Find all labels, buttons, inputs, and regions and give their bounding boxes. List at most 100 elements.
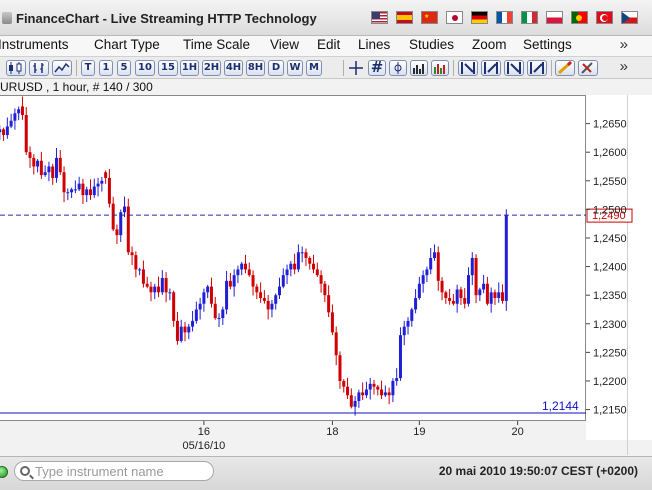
candle-up [497, 292, 501, 299]
flag-cn-icon[interactable]: ★ [421, 11, 438, 24]
candle-up [398, 335, 402, 379]
volume-bars-icon[interactable] [410, 60, 428, 76]
bar-chart-icon[interactable] [29, 60, 49, 76]
menu-time-scale[interactable]: Time Scale [183, 37, 250, 52]
timeframe-8h-button[interactable]: 8H [246, 60, 265, 76]
flag-tr-icon[interactable] [596, 11, 613, 24]
toolbar-separator [76, 60, 77, 76]
candle-down [436, 252, 440, 281]
timeframe-10-button[interactable]: 10 [135, 60, 155, 76]
candle-up [77, 183, 81, 190]
timeframe-tick-button[interactable]: T [81, 60, 95, 76]
menu-chart-type[interactable]: Chart Type [94, 37, 160, 52]
candle-down [81, 183, 85, 196]
menu-overflow-icon[interactable]: » [620, 36, 628, 53]
candle-up [73, 189, 77, 191]
flag-jp-icon[interactable] [446, 11, 463, 24]
timeframe-4h-button[interactable]: 4H [224, 60, 243, 76]
candle-up [395, 378, 399, 381]
y-tick-label: 1,2500 [593, 204, 627, 216]
candle-down [485, 283, 489, 304]
menu-lines[interactable]: Lines [358, 37, 390, 52]
candle-down [262, 298, 266, 301]
x-tick-label: 18 [326, 426, 338, 438]
candles-group [0, 96, 508, 416]
candle-down [172, 292, 176, 321]
candle-down [115, 229, 119, 236]
x-tick-label: 16 [198, 426, 210, 438]
candle-up [0, 129, 2, 133]
instrument-search[interactable] [14, 461, 214, 481]
candle-up [368, 383, 372, 390]
candle-down [107, 177, 111, 204]
candle-up [160, 278, 164, 293]
menu-zoom[interactable]: Zoom [472, 37, 507, 52]
candle-down [323, 283, 327, 296]
info-marker-icon[interactable] [389, 60, 407, 76]
candle-down [209, 286, 213, 304]
scroll-start-icon[interactable] [458, 60, 478, 76]
crosshair-icon[interactable] [347, 60, 365, 76]
candle-down [346, 386, 350, 396]
grid-icon[interactable]: # [368, 60, 386, 76]
candle-up [5, 126, 9, 136]
timeframe-1-button[interactable]: 1 [99, 60, 113, 76]
candle-up [232, 275, 236, 287]
scroll-end-icon[interactable] [527, 60, 547, 76]
candle-down [89, 189, 92, 196]
toolbar-separator [343, 60, 344, 76]
candle-down [440, 280, 444, 293]
candlestick-chart[interactable]: 1,24901,2144 1,21501,22001,22501,23001,23… [0, 95, 652, 455]
scroll-forward-icon[interactable] [504, 60, 524, 76]
timeframe-day-button[interactable]: D [268, 60, 284, 76]
colored-volume-icon[interactable] [431, 60, 449, 76]
menu-instruments[interactable]: Instruments [0, 37, 69, 52]
candlestick-chart-icon[interactable] [6, 60, 26, 76]
flag-es-icon[interactable] [396, 11, 413, 24]
timeframe-week-button[interactable]: W [287, 60, 303, 76]
y-tick-label: 1,2450 [593, 233, 627, 245]
menu-bar: Instruments Chart Type Time Scale View E… [0, 36, 652, 57]
candle-down [327, 295, 331, 313]
flag-it-icon[interactable] [521, 11, 538, 24]
y-tick-label: 1,2600 [593, 147, 627, 159]
support-label: 1,2144 [542, 399, 579, 413]
candle-down [312, 263, 316, 270]
candle-down [255, 286, 259, 293]
delete-drawing-icon[interactable] [578, 60, 598, 76]
x-tick-label: 20 [512, 426, 524, 438]
candle-down [39, 160, 43, 176]
candle-up [421, 275, 425, 284]
candle-up [432, 252, 436, 258]
menu-settings[interactable]: Settings [523, 37, 572, 52]
flag-us-icon[interactable] [371, 11, 388, 24]
candle-up [96, 183, 100, 187]
candle-up [300, 252, 304, 254]
pencil-draw-icon[interactable] [555, 60, 575, 76]
flag-pl-icon[interactable] [546, 11, 563, 24]
menu-edit[interactable]: Edit [317, 37, 340, 52]
timeframe-2h-button[interactable]: 2H [202, 60, 221, 76]
timeframe-15-button[interactable]: 15 [158, 60, 178, 76]
flag-cz-icon[interactable] [621, 11, 638, 24]
candle-up [353, 400, 357, 407]
menu-studies[interactable]: Studies [409, 37, 454, 52]
candle-down [134, 255, 138, 270]
candle-up [429, 258, 433, 270]
candle-down [228, 280, 232, 287]
candle-up [47, 166, 51, 173]
toolbar-overflow-icon[interactable]: » [620, 58, 628, 75]
candle-up [467, 275, 470, 304]
line-chart-icon[interactable] [52, 60, 72, 76]
scroll-back-icon[interactable] [481, 60, 501, 76]
flag-pt-icon[interactable] [571, 11, 588, 24]
timeframe-month-button[interactable]: M [306, 60, 322, 76]
candle-down [164, 278, 168, 293]
flag-de-icon[interactable] [471, 11, 488, 24]
instrument-search-input[interactable] [35, 463, 210, 479]
flag-fr-icon[interactable] [496, 11, 513, 24]
timeframe-5-button[interactable]: 5 [117, 60, 131, 76]
y-tick-label: 1,2150 [593, 405, 627, 417]
menu-view[interactable]: View [270, 37, 299, 52]
timeframe-1h-button[interactable]: 1H [180, 60, 199, 76]
